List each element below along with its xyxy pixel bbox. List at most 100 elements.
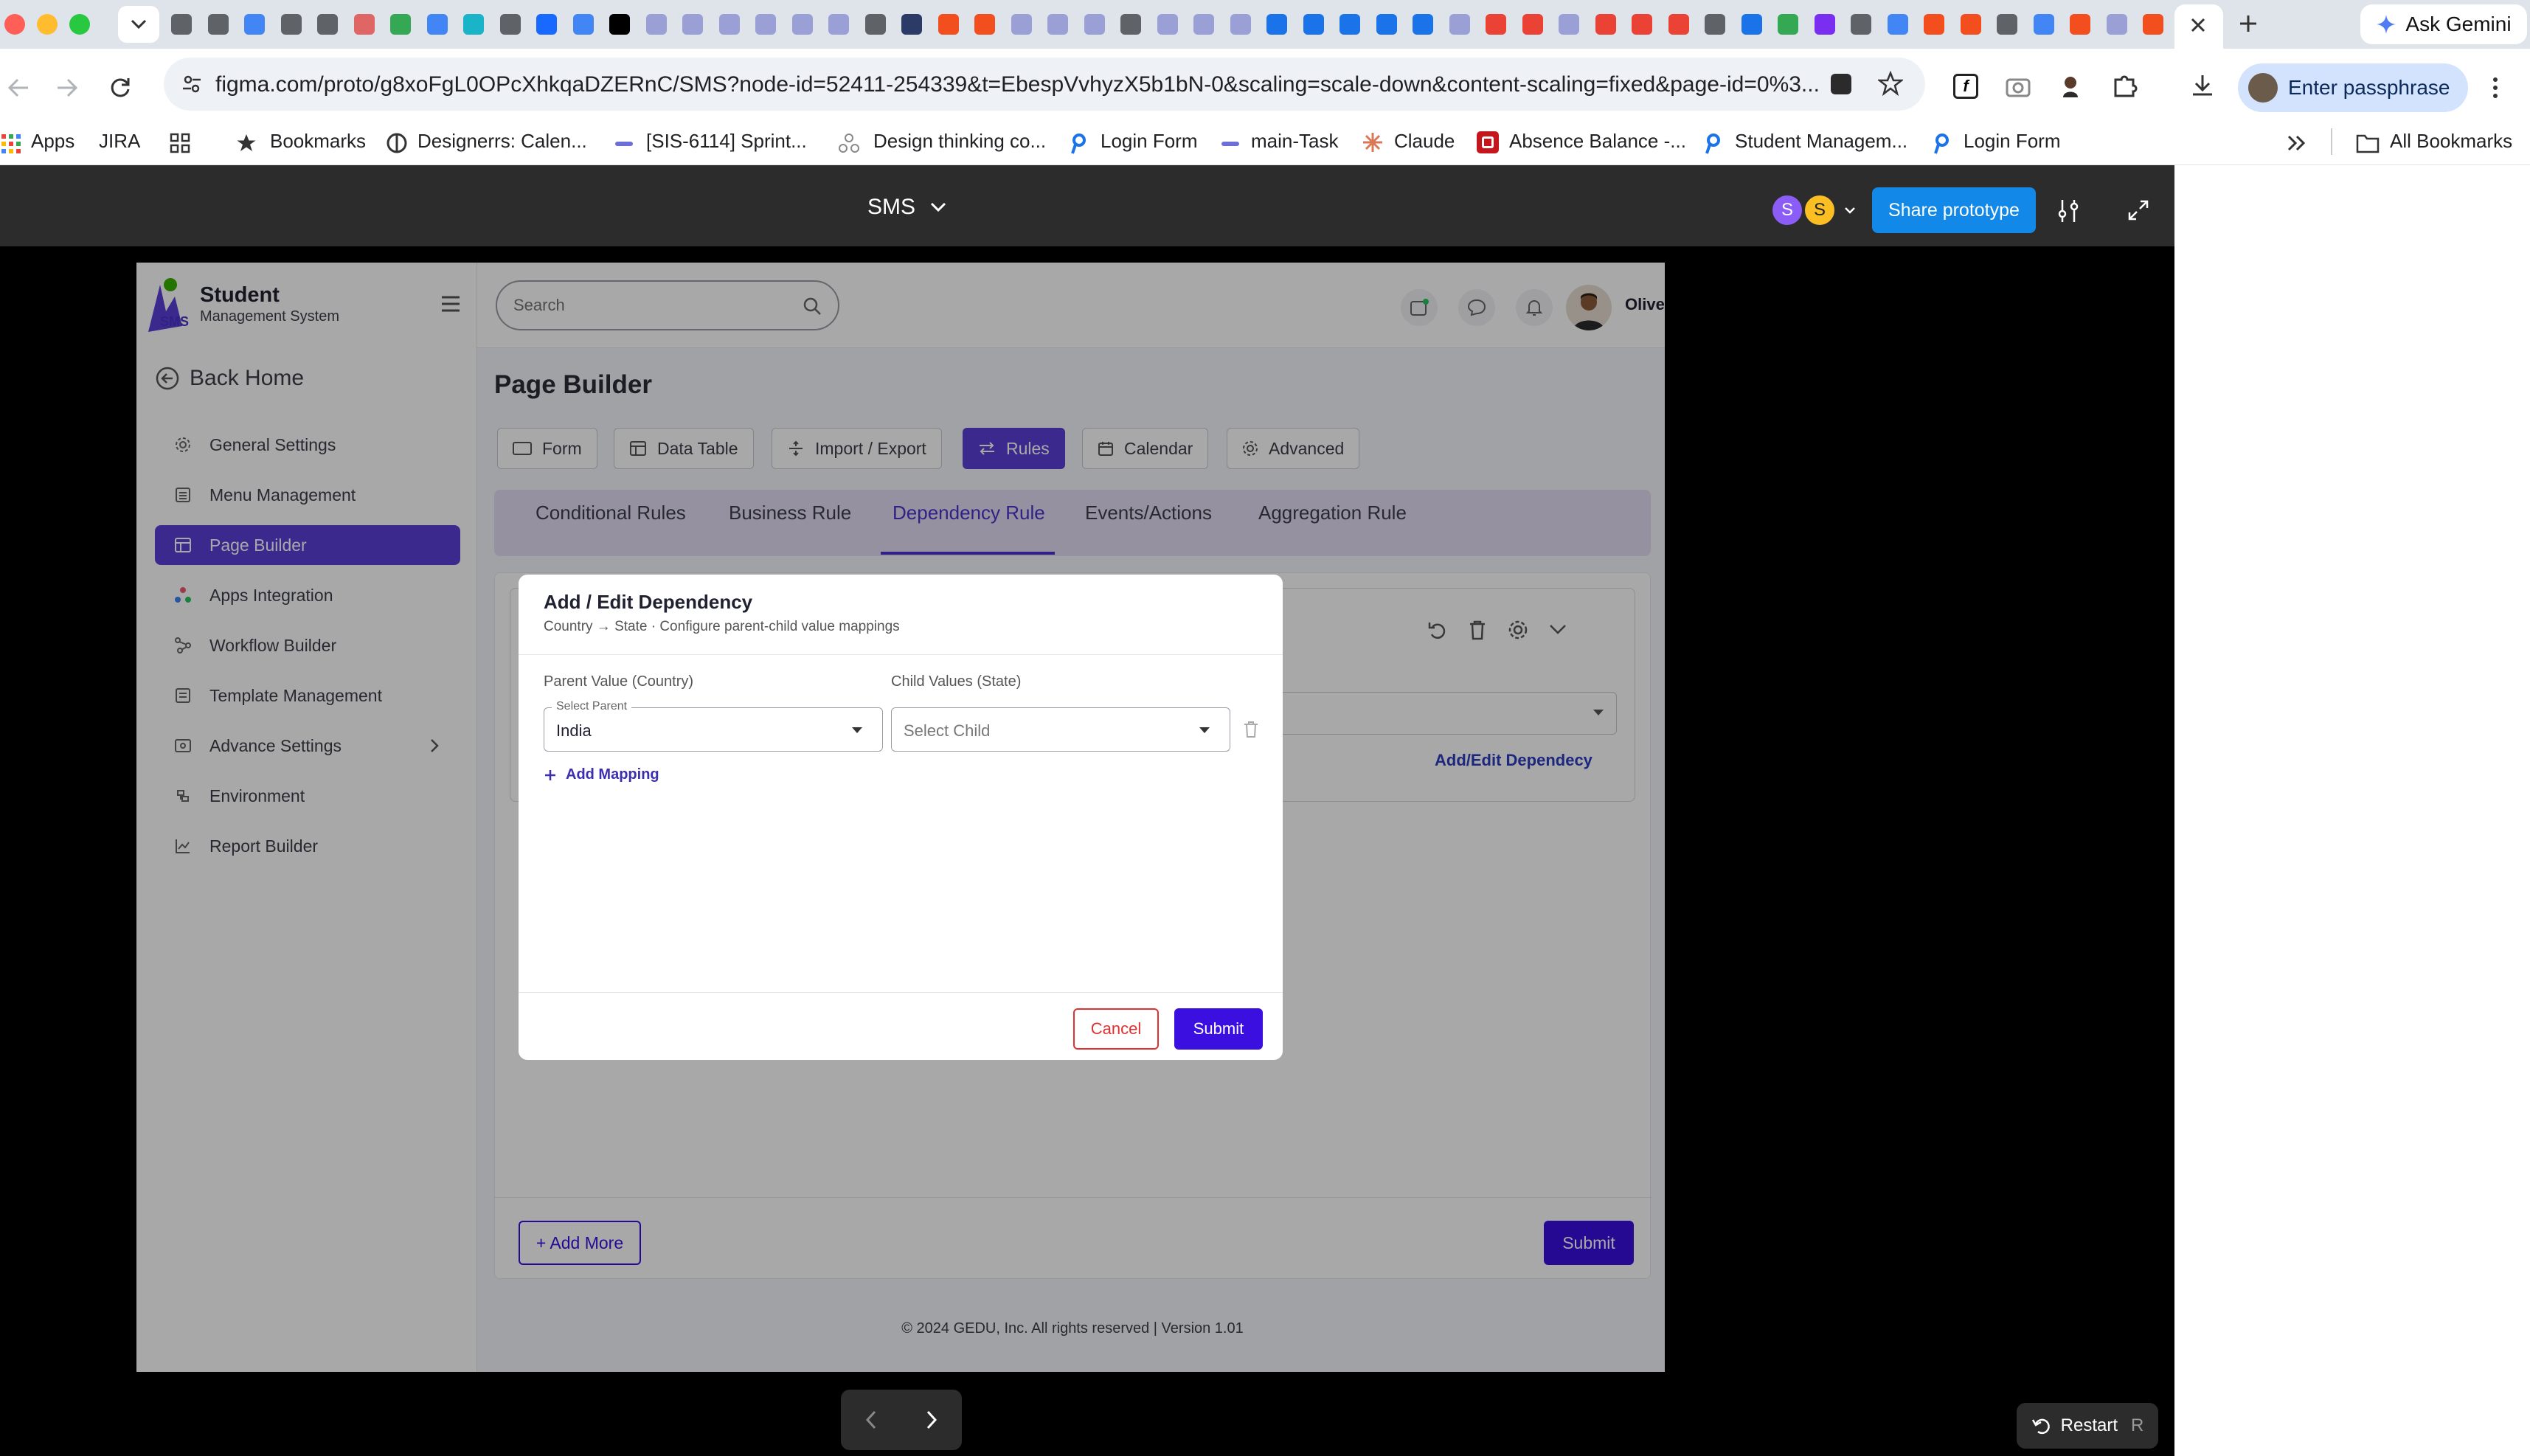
pinned-tab-favicon[interactable] [1157, 14, 1178, 35]
pinned-tab-favicon[interactable] [718, 14, 740, 35]
bookmark-sprint[interactable]: [SIS-6114] Sprint... [646, 130, 807, 153]
pinned-tab-favicon[interactable] [1924, 14, 1944, 35]
pinned-tab-favicon[interactable] [536, 14, 557, 35]
pinned-tab-favicon[interactable] [791, 14, 813, 35]
pinned-tab-favicon[interactable] [1522, 14, 1543, 35]
pinned-tab-favicon[interactable] [938, 14, 959, 35]
expand-icon[interactable] [2127, 199, 2149, 221]
site-info-icon[interactable] [181, 74, 202, 94]
pinned-tab-favicon[interactable] [1814, 14, 1835, 35]
bookmark-design-thinking[interactable]: Design thinking co... [873, 130, 1046, 153]
modal-submit-button[interactable]: Submit [1174, 1008, 1263, 1050]
pinned-tab-favicon[interactable] [463, 14, 484, 35]
collaborator-avatar-1[interactable]: S [1770, 193, 1804, 227]
pinned-tab-favicon[interactable] [864, 14, 886, 35]
pinned-tab-favicon[interactable] [1047, 14, 1068, 35]
pinned-tab-favicon[interactable] [426, 14, 448, 35]
pinned-tab-favicon[interactable] [1266, 14, 1287, 35]
figma-file-menu[interactable]: SMS [867, 195, 946, 220]
pinned-tab-favicon[interactable] [390, 14, 411, 35]
reload-icon[interactable] [108, 75, 133, 100]
pinned-tab-favicon[interactable] [244, 14, 265, 35]
restart-button[interactable]: Restart R [2017, 1403, 2158, 1449]
pinned-tab-favicon[interactable] [1705, 14, 1725, 35]
settings-sliders-icon[interactable] [2055, 198, 2082, 224]
bookmark-absence-balance[interactable]: Absence Balance -... [1509, 130, 1686, 153]
maximize-window-button[interactable] [69, 14, 90, 35]
new-tab-icon[interactable] [2238, 13, 2259, 34]
pinned-tab-favicon[interactable] [353, 14, 375, 35]
pinned-tab-favicon[interactable] [1303, 14, 1324, 35]
pinned-tab-favicon[interactable] [1376, 14, 1397, 35]
tab-search-button[interactable] [118, 6, 159, 43]
pinned-tab-favicon[interactable] [682, 14, 703, 35]
pinned-tab-favicon[interactable] [1851, 14, 1871, 35]
extensions-puzzle-icon[interactable] [2111, 72, 2138, 99]
camera-icon[interactable] [2005, 74, 2031, 99]
close-window-button[interactable] [4, 14, 25, 35]
pinned-tab-favicon[interactable] [1486, 14, 1506, 35]
pinned-tab-favicon[interactable] [2033, 14, 2054, 35]
bookmark-login-form[interactable]: Login Form [1101, 130, 1198, 153]
collaborator-avatar-2[interactable]: S [1803, 193, 1837, 227]
pinned-tab-favicon[interactable] [207, 14, 229, 35]
pinned-tab-favicon[interactable] [645, 14, 667, 35]
download-icon[interactable] [2189, 72, 2216, 99]
next-frame-icon[interactable] [924, 1409, 939, 1431]
pinned-tab-favicon[interactable] [499, 14, 521, 35]
pinned-tab-favicon[interactable] [1595, 14, 1616, 35]
pinned-tab-favicon[interactable] [755, 14, 776, 35]
forward-arrow-icon[interactable] [55, 75, 80, 100]
child-select[interactable]: Select Child [891, 707, 1230, 752]
pinned-tab-favicon[interactable] [572, 14, 594, 35]
pinned-tab-favicon[interactable] [828, 14, 849, 35]
pinned-tab-favicon[interactable] [609, 14, 630, 35]
active-tab[interactable] [2174, 4, 2223, 49]
pinned-tab-favicon[interactable] [1559, 14, 1579, 35]
pinned-tab-favicon[interactable] [1339, 14, 1360, 35]
grid-icon[interactable] [170, 133, 190, 153]
bookmark-login-form-2[interactable]: Login Form [1964, 130, 2061, 153]
address-bar[interactable]: figma.com/proto/g8xoFgL0OPcXhkqaDZERnC/S… [164, 58, 1925, 111]
pinned-tab-favicon[interactable] [2143, 14, 2163, 35]
pinned-tab-favicon[interactable] [1632, 14, 1652, 35]
ask-gemini-button[interactable]: Ask Gemini [2360, 4, 2527, 44]
pinned-tab-favicon[interactable] [280, 14, 302, 35]
cancel-button[interactable]: Cancel [1073, 1008, 1159, 1050]
pinned-tab-favicon[interactable] [1193, 14, 1214, 35]
pinned-tab-favicon[interactable] [171, 14, 192, 35]
all-bookmarks-label[interactable]: All Bookmarks [2390, 130, 2512, 153]
pinned-tab-favicon[interactable] [2070, 14, 2090, 35]
pinned-tab-favicon[interactable] [1084, 14, 1105, 35]
bookmark-star-icon[interactable] [1878, 71, 1903, 96]
bookmark-designerrs[interactable]: Designerrs: Calen... [417, 130, 587, 153]
pinned-tab-favicon[interactable] [1449, 14, 1470, 35]
previous-frame-icon[interactable] [864, 1409, 878, 1431]
add-mapping-button[interactable]: Add Mapping [544, 766, 659, 783]
bookmark-bookmarks[interactable]: Bookmarks [270, 130, 366, 153]
pinned-tab-favicon[interactable] [1887, 14, 1908, 35]
figma-extension-icon[interactable] [1831, 74, 1851, 94]
back-arrow-icon[interactable] [6, 75, 31, 100]
profile-chip[interactable]: Enter passphrase [2238, 63, 2468, 112]
more-bookmarks-icon[interactable] [2287, 134, 2306, 152]
pinned-tab-favicon[interactable] [1668, 14, 1689, 35]
pinned-tab-favicon[interactable] [1778, 14, 1798, 35]
pinned-tab-favicon[interactable] [1120, 14, 1141, 35]
bookmark-jira[interactable]: JIRA [99, 130, 140, 153]
minimize-window-button[interactable] [37, 14, 58, 35]
pinned-tab-favicon[interactable] [1960, 14, 1981, 35]
parent-select[interactable]: Select Parent India [544, 700, 883, 752]
bookmark-student-management[interactable]: Student Managem... [1735, 130, 1907, 153]
pinned-tab-favicon[interactable] [1413, 14, 1433, 35]
pinned-tab-favicon[interactable] [2106, 14, 2127, 35]
avatars-chevron-icon[interactable] [1844, 207, 1856, 214]
pinned-tab-favicon[interactable] [1011, 14, 1032, 35]
pinned-tab-favicon[interactable] [317, 14, 338, 35]
bookmark-claude[interactable]: Claude [1394, 130, 1455, 153]
share-prototype-button[interactable]: Share prototype [1872, 187, 2036, 233]
pinned-tab-favicon[interactable] [1230, 14, 1251, 35]
browser-menu-icon[interactable] [2490, 77, 2500, 99]
pinned-tab-favicon[interactable] [974, 14, 995, 35]
close-tab-icon[interactable] [2189, 16, 2207, 34]
